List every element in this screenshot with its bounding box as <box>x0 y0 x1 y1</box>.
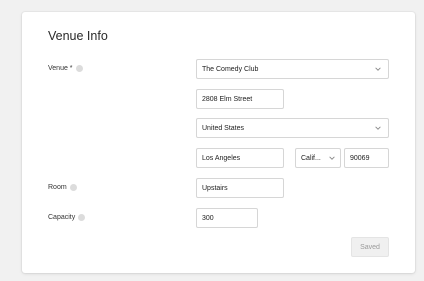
section-title: Venue Info <box>48 29 108 43</box>
capacity-label-text: Capacity <box>48 214 76 221</box>
room-input[interactable]: Upstairs <box>196 178 284 198</box>
room-label: Room <box>48 184 77 191</box>
venue-label-text: Venue * <box>48 65 73 72</box>
venue-select-value: The Comedy Club <box>202 65 259 73</box>
info-icon[interactable] <box>78 214 86 221</box>
street-value: 2808 Elm Street <box>202 95 253 103</box>
city-value: Los Angeles <box>202 154 241 162</box>
capacity-label: Capacity <box>48 214 86 221</box>
chevron-down-icon <box>375 126 381 130</box>
room-label-text: Room <box>48 184 67 191</box>
zip-value: 90069 <box>350 154 370 162</box>
info-icon[interactable] <box>75 65 83 72</box>
venue-info-card: Venue Info Venue * The Comedy Club 2808 … <box>22 12 415 273</box>
saved-button[interactable]: Saved <box>351 237 389 257</box>
room-value: Upstairs <box>202 184 228 192</box>
country-select-value: United States <box>202 124 245 132</box>
state-select-value: Calif... <box>301 154 321 162</box>
chevron-down-icon <box>375 67 381 71</box>
state-select[interactable]: Calif... <box>295 148 341 168</box>
country-select[interactable]: United States <box>196 118 389 138</box>
zip-input[interactable]: 90069 <box>344 148 389 168</box>
venue-select[interactable]: The Comedy Club <box>196 59 389 79</box>
city-input[interactable]: Los Angeles <box>196 148 284 168</box>
capacity-value: 300 <box>202 214 214 222</box>
info-icon[interactable] <box>69 184 77 191</box>
venue-label: Venue * <box>48 65 83 72</box>
street-input[interactable]: 2808 Elm Street <box>196 89 284 109</box>
chevron-down-icon <box>329 156 335 160</box>
capacity-input[interactable]: 300 <box>196 208 258 228</box>
